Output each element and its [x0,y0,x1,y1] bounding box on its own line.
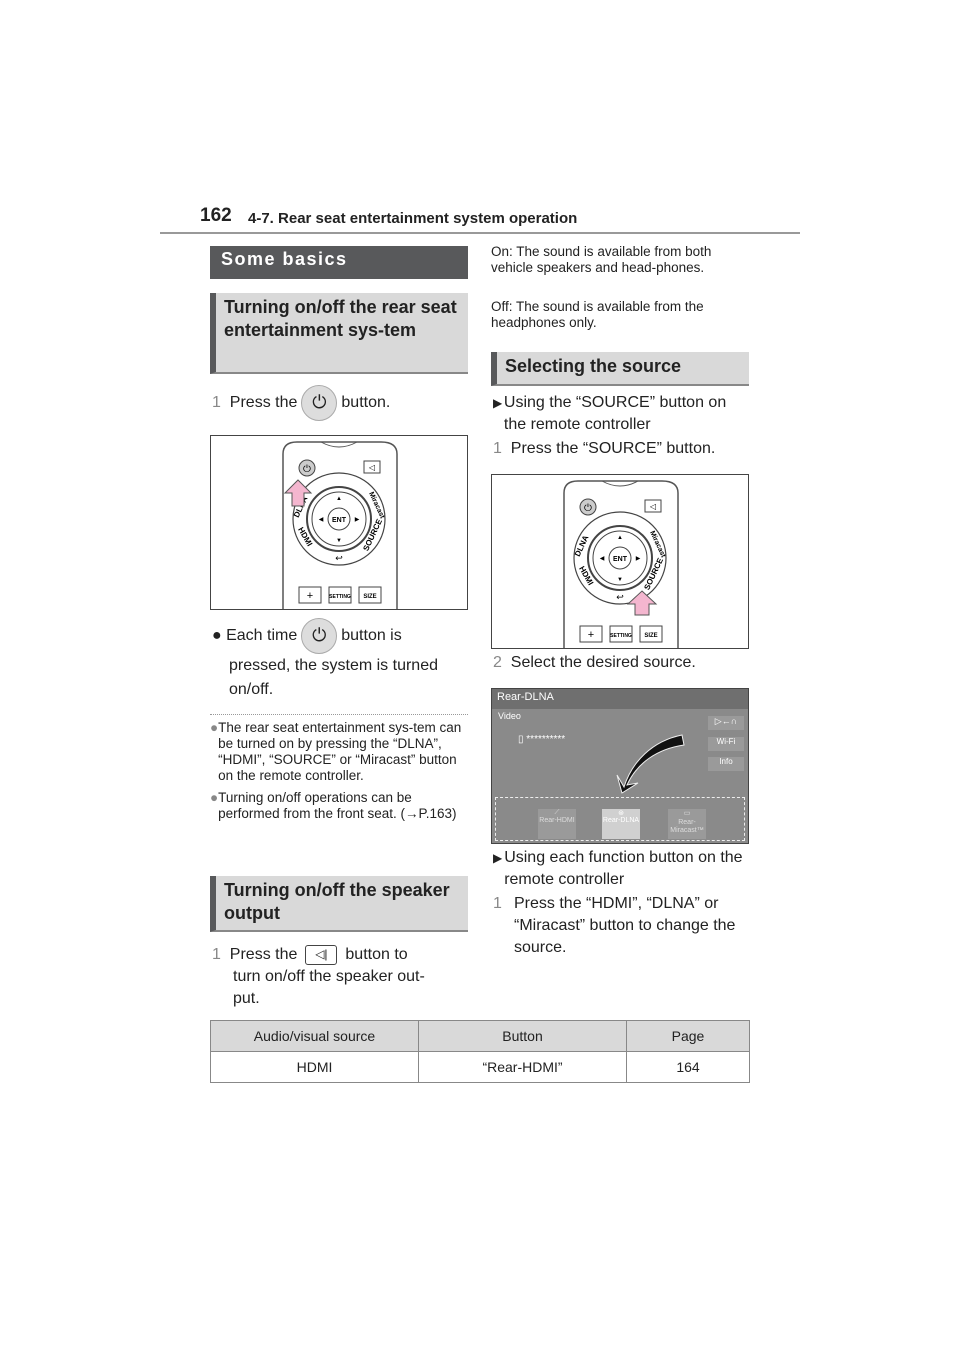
power-icon: ⏻ [301,385,338,421]
svg-text:▲: ▲ [336,496,342,502]
svg-text:⏻: ⏻ [584,503,592,514]
screen-title: Rear-DLNA [492,689,748,709]
svg-text:◁: ◁ [650,502,657,511]
output-button: ▷←∩ [708,716,744,730]
svg-text:◁: ◁ [369,463,376,472]
back-label: ↩ [335,553,343,563]
table-header-row: Audio/visual source Button Page [210,1020,750,1052]
svg-text:SIZE: SIZE [644,633,657,639]
svg-text:▼: ▼ [336,538,342,544]
method-source-button: ▶ Using the “SOURCE” button on the remote… [493,394,727,433]
info-button: Info [708,757,744,771]
svg-text:▶: ▶ [355,517,360,523]
subheading-speaker: Turning on/off the speaker output [210,876,468,932]
svg-text:▶: ▶ [636,556,641,562]
step-press-function: 1 Press the “HDMI”, “DLNA” or “Miracast” … [493,895,736,956]
svg-text:◀: ◀ [600,556,605,562]
svg-text:▼: ▼ [617,577,623,583]
bullet-icon: ● [210,720,219,735]
step-press-power: 1 Press the ⏻ button. [212,385,472,421]
file-item: ▯ ********** [518,734,566,745]
each-time-note: ● Each time ⏻ button is pressed, the syste… [212,618,472,702]
note-divider [210,714,468,715]
method-function-buttons: ▶ Using each function button on the remot… [493,849,743,888]
speaker-icon: ◁| [305,944,338,965]
curved-arrow-icon [616,734,685,794]
remote-illustration-power: ⏻ ◁ ENT ▲ ▼ ◀ ▶ DLNA HDMI Miracast SOURCE ↩ + SETTING… [210,435,468,610]
section-heading: Some basics [210,246,468,279]
on-description: On: The sound is available from both veh… [491,244,712,275]
svg-text:⏻: ⏻ [303,464,311,475]
remote-illustration-source: ⏻ ◁ ENT ▲ ▼ ◀ ▶ DLNA HDMI Miracast SOURCE ↩ + SETTING… [491,474,749,649]
wifi-button: Wi-Fi [708,737,744,751]
section-title: 4-7. Rear seat entertainment system oper… [248,210,578,227]
svg-text:SIZE: SIZE [363,594,376,600]
step-press-source: 1 Press the “SOURCE” button. [493,440,716,457]
off-description: Off: The sound is available from the hea… [491,299,704,330]
subheading-source: Selecting the source [491,352,749,386]
rear-miracast-button: ▭ Rear- Miracast™ [668,809,706,839]
svg-text:+: + [307,590,313,602]
svg-text:◀: ◀ [319,517,324,523]
rear-dlna-button: ⊛ Rear-DLNA [602,809,640,839]
svg-text:SETTING: SETTING [610,633,632,639]
dlna-screen-illustration: Rear-DLNA Video ▯ ********** ▷←∩ Wi-Fi I… [491,688,749,844]
rear-hdmi-button: ⟋ Rear-HDMI [538,809,576,839]
notes: ● The rear seat entertainment sys-tem can… [210,720,462,821]
manual-page: 162 4-7. Rear seat entertainment system … [0,0,960,1358]
svg-text:SETTING: SETTING [329,594,351,600]
ent-label: ENT [613,556,628,563]
header-divider [160,232,800,234]
ent-label: ENT [332,517,347,524]
source-table: Audio/visual source Button Page HDMI “Re… [210,1020,750,1083]
subheading-power: Turning on/off the rear seat entertainme… [210,293,468,374]
page-number: 162 [200,205,232,226]
step-select-source: 2 Select the desired source. [493,654,696,671]
step-press-speaker: 1 Press the ◁| button to turn on/off the s… [212,944,425,1007]
back-label: ↩ [616,592,624,602]
power-icon: ⏻ [301,618,338,654]
bullet-icon: ● [210,790,219,805]
svg-text:▲: ▲ [617,535,623,541]
table-row: HDMI “Rear-HDMI” 164 [210,1051,750,1083]
svg-text:+: + [588,629,594,641]
screen-category: Video [498,711,521,721]
